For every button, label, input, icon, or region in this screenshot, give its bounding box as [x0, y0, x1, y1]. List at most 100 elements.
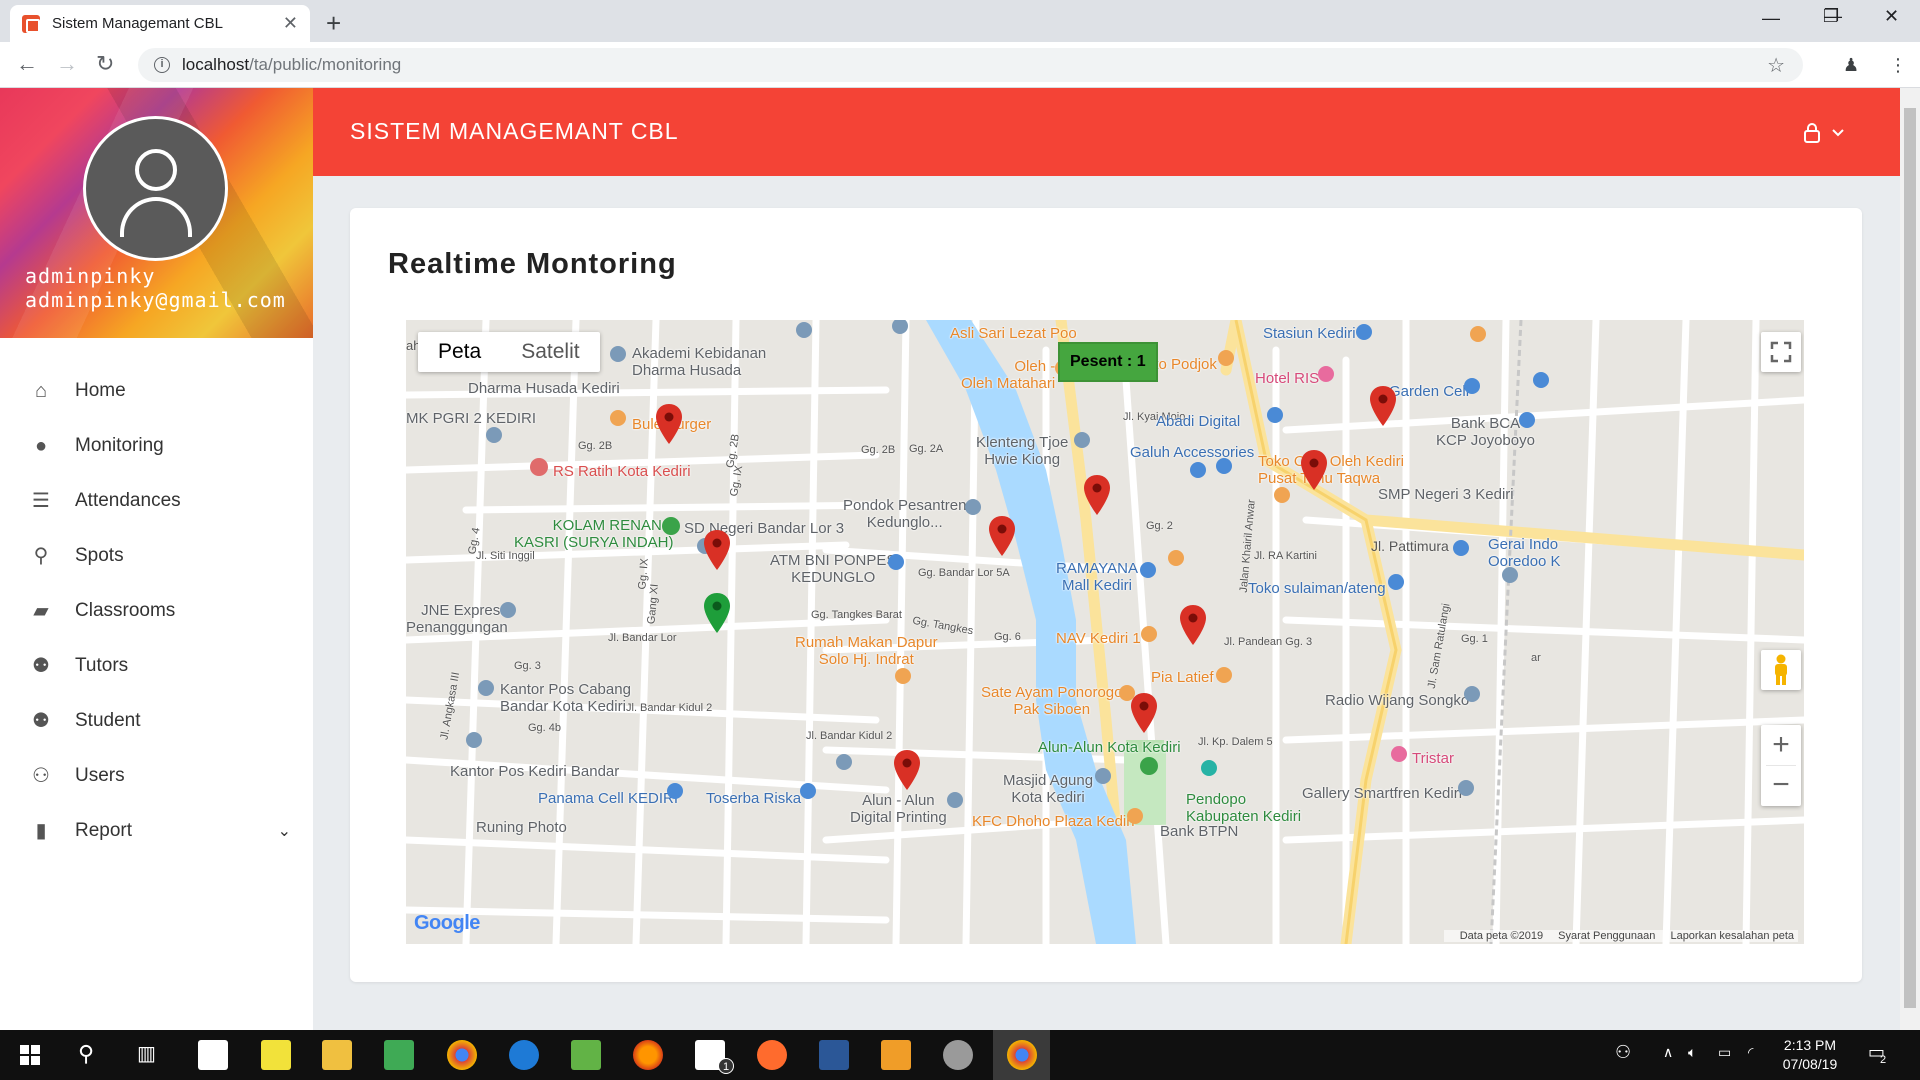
poi-label[interactable]: Toko sulaiman/ateng — [1248, 580, 1386, 597]
sidebar-item-tutors[interactable]: ⚉ Tutors — [0, 638, 313, 693]
poi-label[interactable]: Kantor Pos Cabang Bandar Kota Kediri — [500, 681, 631, 715]
poi-label[interactable]: RS Ratih Kota Kediri — [553, 463, 691, 480]
volume-icon[interactable]: 🔈︎ — [1688, 1044, 1696, 1061]
map-marker-red[interactable] — [1084, 475, 1110, 515]
sticky-notes-icon[interactable] — [261, 1040, 291, 1070]
extension-icon[interactable]: ♟ — [1843, 55, 1859, 76]
reload-icon[interactable]: ↻ — [96, 51, 114, 77]
poi-label[interactable]: Klenteng Tjoe Hwie Kiong — [976, 434, 1068, 468]
map-view[interactable]: Gg. 2B Gg. 2B Gg. 2B Gg. 2A Gg. IX Gg. 4… — [406, 320, 1804, 944]
poi-label[interactable]: Masjid Agung Kota Kediri — [1003, 772, 1093, 806]
map-marker-red[interactable] — [1180, 605, 1206, 645]
map-marker-red[interactable] — [1370, 386, 1396, 426]
windows-start-icon[interactable] — [20, 1045, 40, 1065]
task-view-icon[interactable]: ▥ — [137, 1041, 156, 1066]
active-chrome-task[interactable] — [993, 1030, 1050, 1080]
poi-label[interactable]: Toserba Riska — [706, 790, 801, 807]
browser-menu-icon[interactable]: ⋮ — [1889, 55, 1907, 76]
minimize-button[interactable]: — — [1762, 8, 1780, 29]
poi-label[interactable]: Stasiun Kediri — [1263, 325, 1356, 342]
poi-label[interactable]: Garden Cell — [1389, 383, 1469, 400]
people-icon[interactable]: ⚇ — [1615, 1042, 1631, 1063]
file-explorer-icon[interactable] — [322, 1040, 352, 1070]
map-marker-red[interactable] — [1301, 450, 1327, 490]
sidebar-item-classrooms[interactable]: ▰ Classrooms — [0, 583, 313, 638]
poi-label[interactable]: KFC Dhoho Plaza Kediri — [972, 813, 1135, 830]
close-window-button[interactable]: ✕ — [1884, 6, 1899, 27]
poi-label[interactable]: Galuh Accessories — [1130, 444, 1254, 461]
postman-icon[interactable] — [757, 1040, 787, 1070]
terms-link[interactable]: Syarat Penggunaan — [1558, 930, 1655, 942]
sidebar-item-spots[interactable]: ⚲ Spots — [0, 528, 313, 583]
poi-label[interactable]: Panama Cell KEDIRI — [538, 790, 678, 807]
poi-label[interactable]: Pendopo Kabupaten Kediri — [1186, 791, 1301, 825]
poi-label[interactable]: Kantor Pos Kediri Bandar — [450, 763, 619, 780]
spreadsheet-icon[interactable] — [384, 1040, 414, 1070]
clock[interactable]: 2:13 PM 07/08/19 — [1770, 1036, 1850, 1074]
poi-label[interactable]: Rumah Makan Dapur Solo Hj. Indrat — [795, 634, 938, 668]
report-error-link[interactable]: Laporkan kesalahan peta — [1670, 930, 1794, 942]
zoom-in-button[interactable]: + — [1761, 725, 1801, 765]
map-marker-red[interactable] — [894, 750, 920, 790]
word-icon[interactable] — [819, 1040, 849, 1070]
sidebar-item-monitoring[interactable]: ● Monitoring — [0, 418, 313, 473]
maximize-button[interactable]: ❐ — [1823, 6, 1839, 27]
sidebar-item-student[interactable]: ⚉ Student — [0, 693, 313, 748]
poi-label[interactable]: Akademi Kebidanan Dharma Husada — [632, 345, 766, 379]
poi-label[interactable]: SMP Negeri 3 Kediri — [1378, 486, 1514, 503]
google-logo[interactable]: Google — [414, 912, 480, 935]
fullscreen-button[interactable] — [1761, 332, 1801, 372]
sidebar-item-attendances[interactable]: ☰ Attendances — [0, 473, 313, 528]
paint-icon[interactable] — [943, 1040, 973, 1070]
map-marker-red[interactable] — [1131, 693, 1157, 733]
address-bar[interactable]: i localhost/ta/public/monitoring ☆ — [138, 48, 1803, 82]
sublime-text-icon[interactable] — [881, 1040, 911, 1070]
map-marker-green[interactable] — [704, 593, 730, 633]
poi-label[interactable]: Pondok Pesantren Kedunglo... — [843, 497, 966, 531]
zoom-out-button[interactable]: − — [1761, 766, 1801, 806]
chevron-up-icon[interactable]: ∧ — [1663, 1044, 1673, 1061]
browser-tab[interactable]: Sistem Managemant CBL ✕ — [10, 5, 310, 42]
poi-label[interactable]: NAV Kediri 1 — [1056, 630, 1141, 647]
chrome-icon[interactable] — [447, 1040, 477, 1070]
map-type-satellite-button[interactable]: Satelit — [501, 332, 599, 372]
sidebar-item-users[interactable]: ⚇ Users — [0, 748, 313, 803]
battery-icon[interactable]: ▭ — [1718, 1044, 1731, 1061]
poi-label[interactable]: Oleh - Oleh Matahari — [961, 358, 1055, 392]
store-icon[interactable] — [198, 1040, 228, 1070]
firefox-icon[interactable] — [633, 1040, 663, 1070]
map-marker-red[interactable] — [704, 530, 730, 570]
chat-app-icon[interactable] — [571, 1040, 601, 1070]
poi-label[interactable]: Tristar — [1412, 750, 1454, 767]
site-info-icon[interactable]: i — [154, 57, 170, 73]
poi-label[interactable]: Runing Photo — [476, 819, 567, 836]
forward-icon[interactable]: → — [56, 51, 78, 77]
poi-label[interactable]: Toko Oleh Oleh Kediri Pusat Tahu Taqwa — [1258, 453, 1404, 487]
tab-close-icon[interactable]: ✕ — [283, 13, 298, 34]
poi-label[interactable]: Bank BCA KCP Joyoboyo — [1436, 415, 1535, 449]
poi-label[interactable]: ATM BNI PONPES KEDUNGLO — [770, 552, 896, 586]
page-scrollbar[interactable] — [1900, 88, 1920, 1030]
poi-label[interactable]: Hotel RIS — [1255, 370, 1319, 387]
poi-label[interactable]: MK PGRI 2 KEDIRI — [406, 410, 536, 427]
back-icon[interactable]: ← — [16, 51, 38, 77]
poi-label[interactable]: Gerai Indo Ooredoo K — [1488, 536, 1561, 570]
poi-label[interactable]: KOLAM RENANG KASRI (SURYA INDAH) — [514, 517, 673, 551]
map-type-map-button[interactable]: Peta — [418, 332, 501, 372]
poi-label[interactable]: Radio Wijang Songko — [1325, 692, 1469, 709]
scrollbar-thumb[interactable] — [1904, 108, 1916, 1008]
user-menu-button[interactable] — [1802, 122, 1845, 144]
poi-label[interactable]: JNE Express Penanggungan — [406, 602, 508, 636]
sidebar-item-home[interactable]: ⌂ Home — [0, 363, 313, 418]
poi-label[interactable]: Gallery Smartfren Kediri — [1302, 785, 1462, 802]
map-marker-red[interactable] — [656, 404, 682, 444]
search-icon[interactable]: ⚲ — [78, 1041, 94, 1067]
poi-label[interactable]: Asli Sari Lezat Poo — [950, 325, 1077, 342]
sidebar-item-report[interactable]: ▮ Report ⌄ — [0, 803, 313, 858]
poi-label[interactable]: Alun - Alun Digital Printing — [850, 792, 947, 826]
marker-info-box[interactable]: Pesent : 1 — [1058, 342, 1158, 382]
poi-label[interactable]: Abadi Digital — [1156, 413, 1240, 430]
new-tab-button[interactable]: + — [326, 8, 341, 39]
poi-label[interactable]: Bank BTPN — [1160, 823, 1238, 840]
edge-icon[interactable] — [509, 1040, 539, 1070]
